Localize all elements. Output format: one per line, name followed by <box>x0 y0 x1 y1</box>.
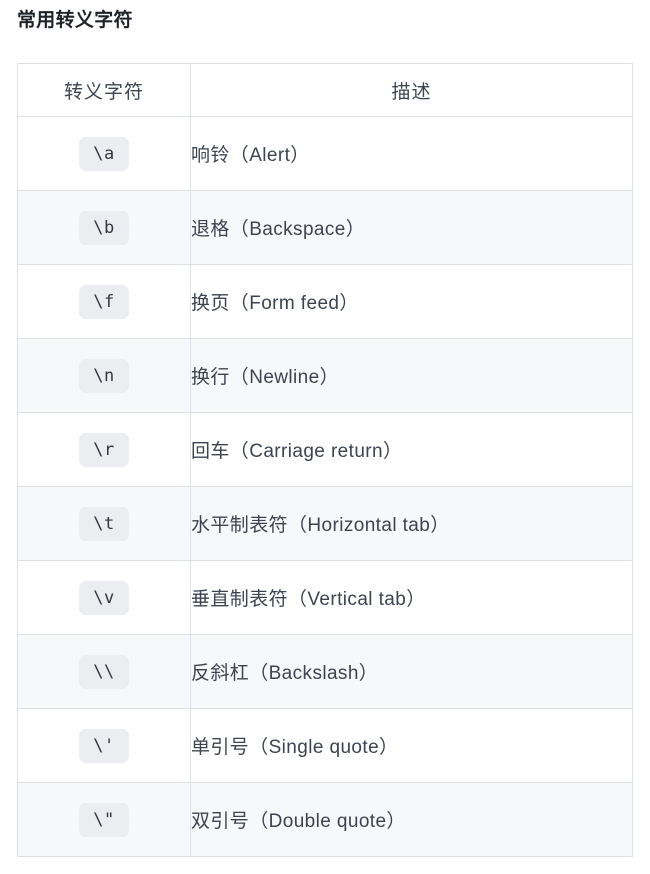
escape-character-badge: \" <box>79 802 129 837</box>
escape-character-cell: \t <box>17 486 191 561</box>
column-header-character: 转义字符 <box>17 63 191 117</box>
escape-description-cell: 单引号（Single quote） <box>190 708 633 783</box>
table-header-row: 转义字符 描述 <box>17 63 633 117</box>
escape-characters-page: 常用转义字符 转义字符 描述 \a 响铃（Alert） \b 退格（Backspace… <box>0 0 650 874</box>
column-header-description: 描述 <box>190 63 633 117</box>
escape-character-cell: \\ <box>17 634 191 709</box>
escape-description-cell: 换行（Newline） <box>190 338 633 413</box>
escape-character-badge: \' <box>79 728 129 763</box>
escape-character-cell: \n <box>17 338 191 413</box>
escape-character-badge: \f <box>79 284 129 319</box>
table-row: \a 响铃（Alert） <box>17 116 633 191</box>
escape-description-cell: 反斜杠（Backslash） <box>190 634 633 709</box>
escape-character-cell: \r <box>17 412 191 487</box>
escape-description-cell: 水平制表符（Horizontal tab） <box>190 486 633 561</box>
escape-description-cell: 退格（Backspace） <box>190 190 633 265</box>
escape-character-badge: \a <box>79 136 129 171</box>
table-row: \n 换行（Newline） <box>17 338 633 413</box>
escape-character-cell: \" <box>17 782 191 857</box>
table-row: \b 退格（Backspace） <box>17 190 633 265</box>
escape-characters-table: 转义字符 描述 \a 响铃（Alert） \b 退格（Backspace） \f 换页（F… <box>17 63 633 857</box>
escape-character-badge: \\ <box>79 654 129 689</box>
escape-character-cell: \' <box>17 708 191 783</box>
table-row: \r 回车（Carriage return） <box>17 412 633 487</box>
table-body: \a 响铃（Alert） \b 退格（Backspace） \f 换页（Form feed… <box>17 116 633 857</box>
escape-character-cell: \b <box>17 190 191 265</box>
escape-character-badge: \v <box>79 580 129 615</box>
escape-description-cell: 回车（Carriage return） <box>190 412 633 487</box>
escape-character-badge: \r <box>79 432 129 467</box>
escape-description-cell: 换页（Form feed） <box>190 264 633 339</box>
table-row: \" 双引号（Double quote） <box>17 782 633 857</box>
table-row: \f 换页（Form feed） <box>17 264 633 339</box>
table-row: \t 水平制表符（Horizontal tab） <box>17 486 633 561</box>
table-row: \v 垂直制表符（Vertical tab） <box>17 560 633 635</box>
escape-character-badge: \t <box>79 506 129 541</box>
escape-character-badge: \n <box>79 358 129 393</box>
escape-character-cell: \a <box>17 116 191 191</box>
page-title: 常用转义字符 <box>17 10 133 31</box>
escape-character-badge: \b <box>79 210 129 245</box>
escape-description-cell: 双引号（Double quote） <box>190 782 633 857</box>
escape-table-container: 转义字符 描述 \a 响铃（Alert） \b 退格（Backspace） \f 换页（F… <box>17 63 633 857</box>
escape-description-cell: 垂直制表符（Vertical tab） <box>190 560 633 635</box>
table-header: 转义字符 描述 <box>17 63 633 117</box>
table-row: \\ 反斜杠（Backslash） <box>17 634 633 709</box>
table-row: \' 单引号（Single quote） <box>17 708 633 783</box>
escape-character-cell: \f <box>17 264 191 339</box>
escape-description-cell: 响铃（Alert） <box>190 116 633 191</box>
escape-character-cell: \v <box>17 560 191 635</box>
